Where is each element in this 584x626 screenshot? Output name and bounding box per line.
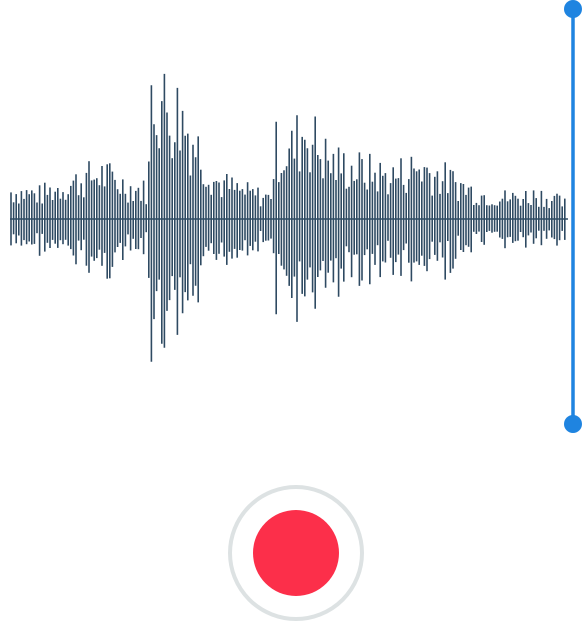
record-button[interactable] (228, 485, 364, 621)
playhead-bottom-handle-icon[interactable] (564, 415, 582, 433)
playhead-top-handle-icon[interactable] (564, 0, 582, 18)
waveform (10, 73, 568, 362)
playhead[interactable] (562, 0, 584, 440)
record-circle-icon[interactable] (253, 510, 339, 596)
waveform-bars (10, 73, 566, 362)
